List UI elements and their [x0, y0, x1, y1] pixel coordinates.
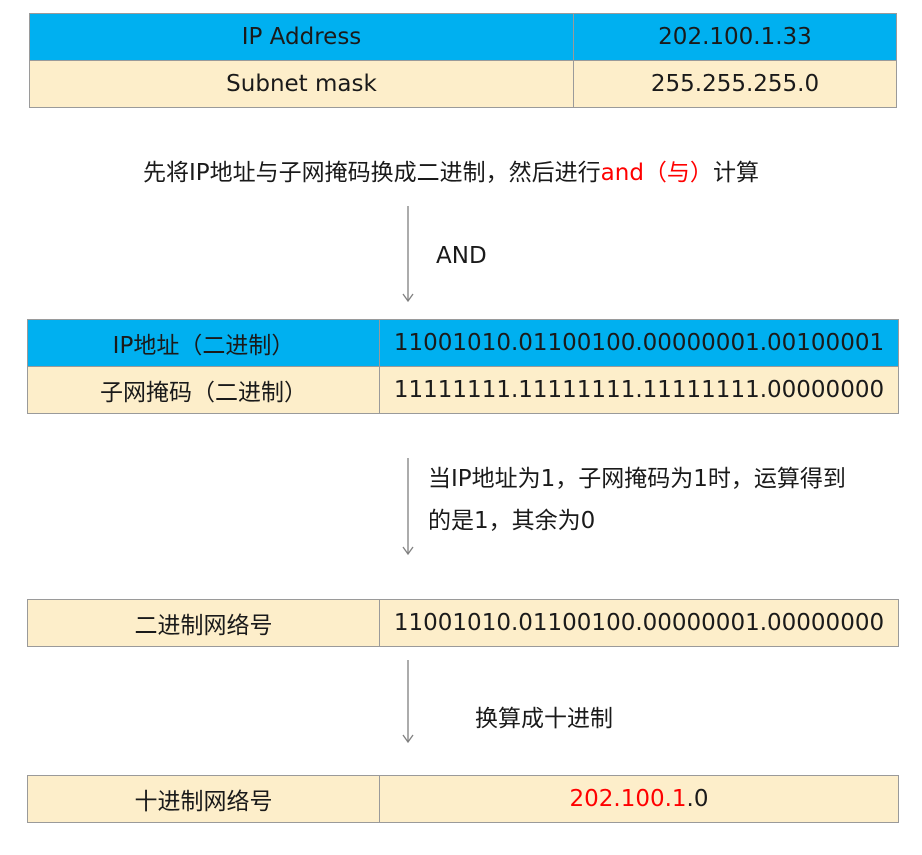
- ip-address-label: IP Address: [29, 13, 574, 61]
- binary-table: IP地址（二进制） 11001010.01100100.00000001.001…: [27, 319, 899, 414]
- binary-network-table: 二进制网络号 11001010.01100100.00000001.000000…: [27, 599, 899, 647]
- network-prefix-highlight: 202.100.1: [569, 786, 687, 812]
- decimal-network-label: 十进制网络号: [27, 775, 380, 823]
- binary-network-row: 二进制网络号 11001010.01100100.00000001.000000…: [27, 599, 899, 647]
- binary-network-value: 11001010.01100100.00000001.00000000: [379, 599, 899, 647]
- ip-address-value: 202.100.1.33: [573, 13, 897, 61]
- decimal-network-table: 十进制网络号 202.100.1.0: [27, 775, 899, 823]
- ip-mask-table: IP Address 202.100.1.33 Subnet mask 255.…: [29, 13, 897, 108]
- mask-binary-value: 11111111.11111111.11111111.00000000: [379, 366, 899, 414]
- ip-binary-value: 11001010.01100100.00000001.00100001: [379, 319, 899, 367]
- decimal-network-row: 十进制网络号 202.100.1.0: [27, 775, 899, 823]
- step1-and-highlight: and（与）: [600, 160, 713, 186]
- step1-text-before: 先将IP地址与子网掩码换成二进制，然后进行: [143, 160, 601, 186]
- step2-rule-line2: 的是1，其余为0: [428, 508, 596, 534]
- network-host-part: .0: [686, 786, 709, 812]
- down-arrow-icon: [402, 660, 414, 744]
- and-operation-label: AND: [436, 243, 487, 269]
- subnet-mask-row: Subnet mask 255.255.255.0: [29, 60, 897, 108]
- decimal-network-value: 202.100.1.0: [379, 775, 899, 823]
- subnet-mask-value: 255.255.255.0: [573, 60, 897, 108]
- ip-binary-label: IP地址（二进制）: [27, 319, 380, 367]
- mask-binary-row: 子网掩码（二进制） 11111111.11111111.11111111.000…: [27, 366, 899, 414]
- step1-text-after: 计算: [712, 160, 759, 186]
- subnet-mask-label: Subnet mask: [29, 60, 574, 108]
- ip-address-row: IP Address 202.100.1.33: [29, 13, 897, 61]
- ip-binary-row: IP地址（二进制） 11001010.01100100.00000001.001…: [27, 319, 899, 367]
- step2-rule-line1: 当IP地址为1，子网掩码为1时，运算得到: [428, 466, 846, 492]
- mask-binary-label: 子网掩码（二进制）: [27, 366, 380, 414]
- down-arrow-icon: [402, 206, 414, 303]
- down-arrow-icon: [402, 458, 414, 556]
- step3-convert-label: 换算成十进制: [475, 706, 613, 732]
- step1-instruction: 先将IP地址与子网掩码换成二进制，然后进行and（与）计算: [143, 153, 759, 193]
- binary-network-label: 二进制网络号: [27, 599, 380, 647]
